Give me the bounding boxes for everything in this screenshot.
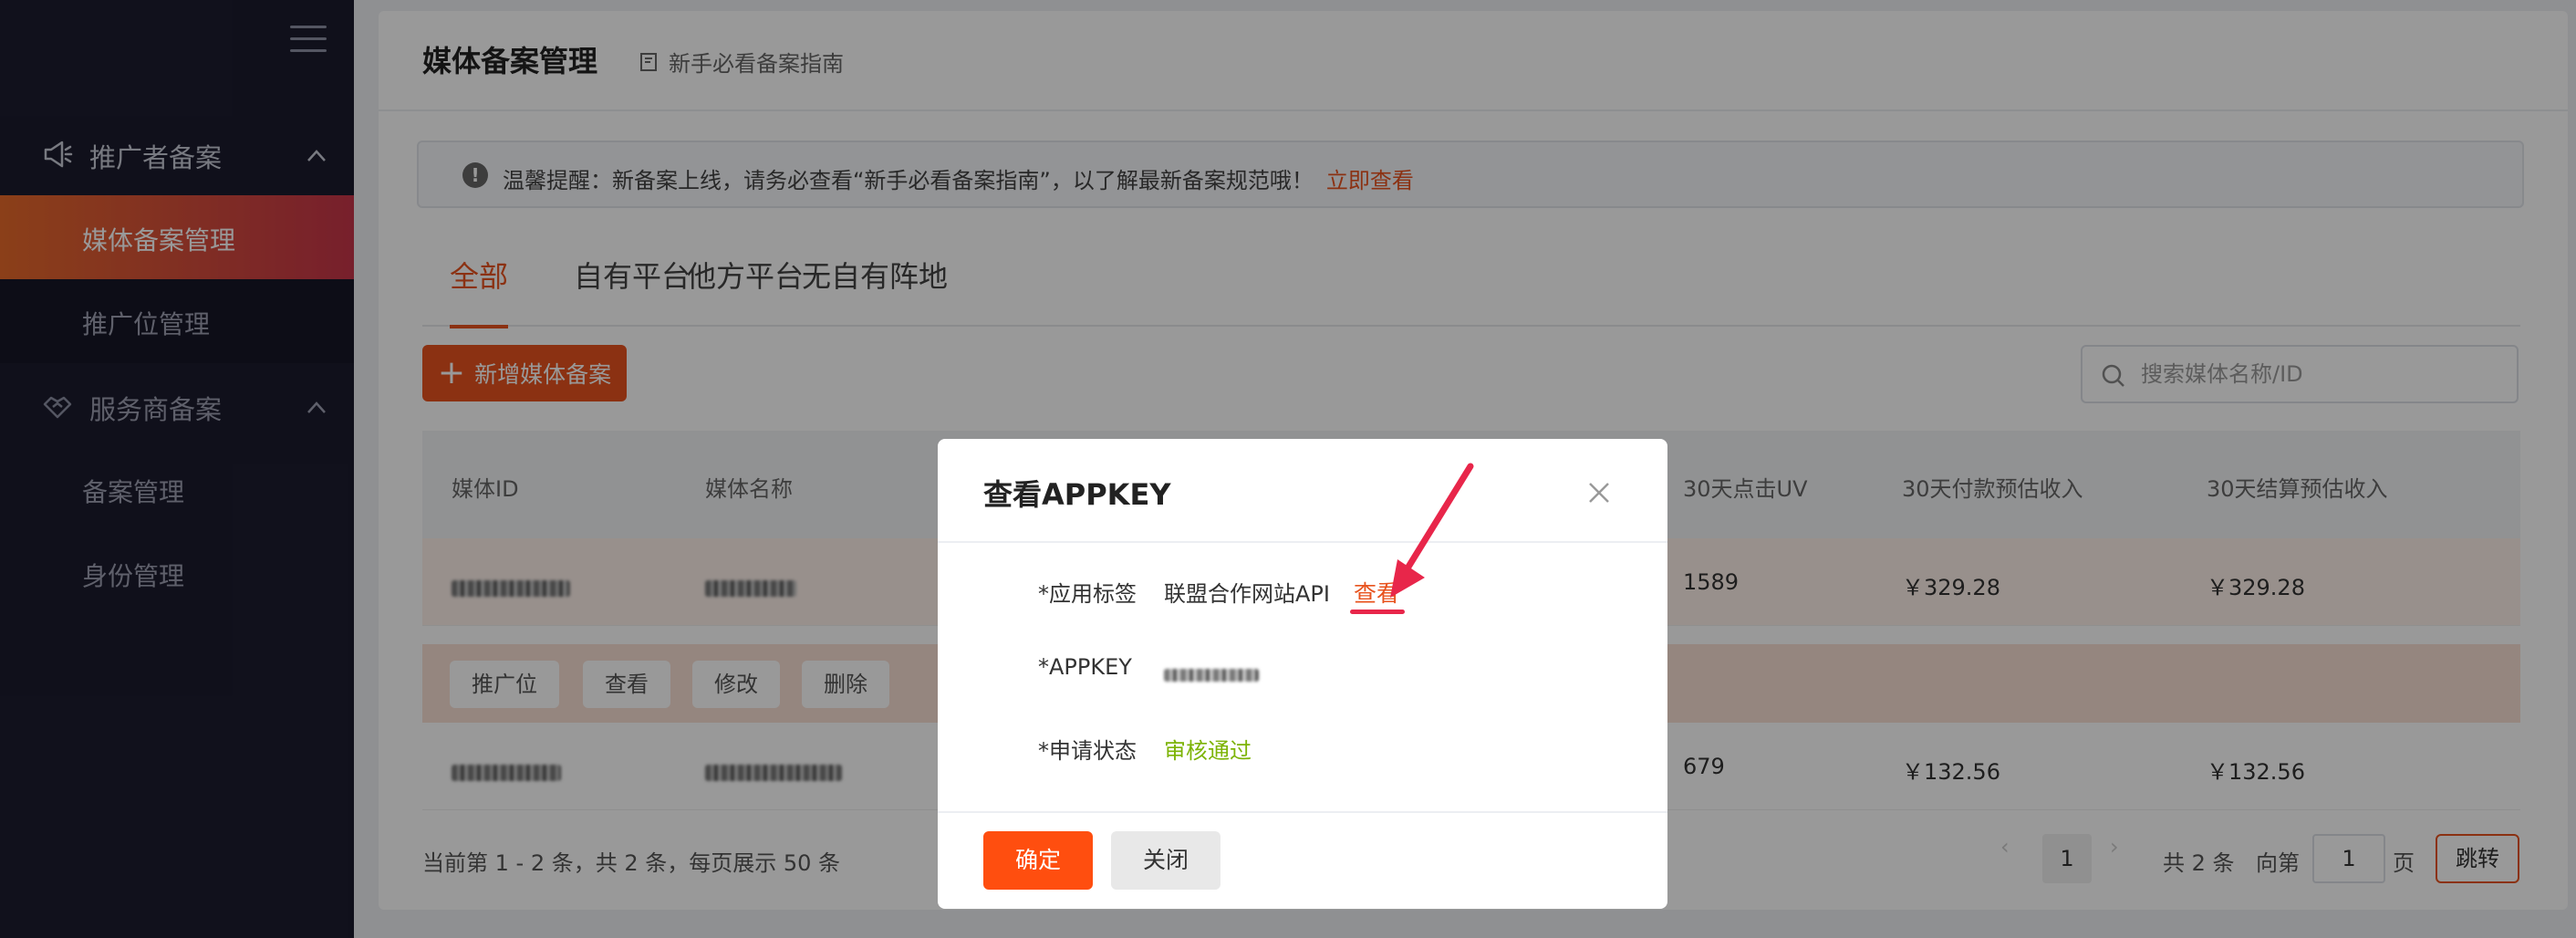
field-value-app-tag: 联盟合作网站API [1164, 581, 1330, 607]
field-label-appkey: *APPKEY [1038, 654, 1132, 680]
annotation-arrow-icon [1390, 463, 1474, 598]
field-label-app-tag: *应用标签 [1038, 581, 1137, 607]
field-label-status: *申请状态 [1038, 738, 1137, 764]
status-badge: 审核通过 [1164, 738, 1252, 764]
modal-divider [938, 541, 1667, 543]
field-value-appkey-redacted [1164, 662, 1259, 687]
close-button[interactable]: 关闭 [1111, 831, 1220, 890]
modal-divider [938, 811, 1667, 813]
modal-title: 查看APPKEY [983, 477, 1171, 512]
appkey-modal: 查看APPKEY *应用标签 联盟合作网站API 查看 *APPKEY *申请状… [938, 439, 1667, 909]
close-icon[interactable] [1585, 479, 1613, 506]
confirm-button[interactable]: 确定 [983, 831, 1093, 890]
